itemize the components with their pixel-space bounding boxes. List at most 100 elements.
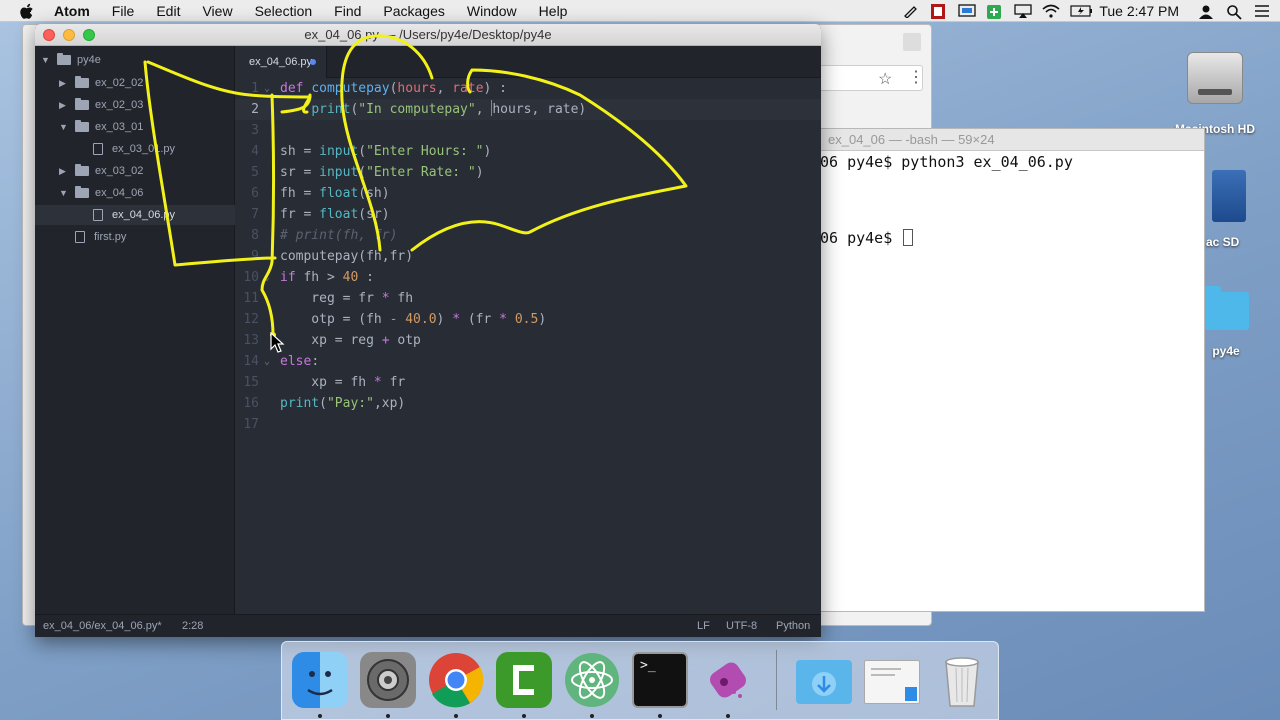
fold-chevron-icon[interactable]: ⌄ [264, 267, 270, 288]
hard-drive-icon [1187, 52, 1243, 104]
tree-item-folder[interactable]: ▶ ex_02_02 [35, 73, 235, 93]
code-line[interactable]: 9 computepay(fh,fr) [235, 246, 821, 267]
display-icon[interactable] [958, 4, 977, 18]
tab-label: ex_04_06.py [249, 56, 312, 68]
trash-icon[interactable] [934, 652, 990, 708]
code-line[interactable]: 15 xp = fh * fr [235, 372, 821, 393]
list-icon[interactable] [1254, 4, 1270, 18]
tab-ex-04-06[interactable]: ex_04_06.py [235, 46, 327, 78]
tree-item-file[interactable]: ex_03_01.py [35, 139, 235, 159]
chrome-icon[interactable] [428, 652, 484, 708]
menu-selection[interactable]: Selection [255, 3, 313, 19]
system-preferences-icon[interactable] [360, 652, 416, 708]
menu-app-name[interactable]: Atom [54, 3, 90, 19]
zoom-button[interactable] [83, 29, 95, 41]
menu-help[interactable]: Help [539, 3, 568, 19]
camtasia-icon[interactable] [496, 652, 552, 708]
user-icon[interactable] [1198, 4, 1214, 19]
desktop-icon-hard-drive[interactable]: Macintosh HD [1170, 52, 1260, 136]
line-number: 10 [243, 270, 259, 285]
tree-item-file-selected[interactable]: ex_04_06.py [35, 205, 235, 225]
window-title: ex_04_06.py — /Users/py4e/Desktop/py4e [304, 27, 552, 42]
code-text: xp = reg + otp [280, 333, 421, 348]
code-line[interactable]: 10 ⌄ if fh > 40 : [235, 267, 821, 288]
wifi-icon[interactable] [1042, 4, 1060, 18]
code-line[interactable]: 1 ⌄ def computepay(hours, rate) : [235, 78, 821, 99]
pen-icon[interactable] [902, 4, 918, 19]
code-text: fr = float(sr) [280, 207, 390, 222]
code-line[interactable]: 16 print("Pay:",xp) [235, 393, 821, 414]
status-menus: Tue 2:47 PM [893, 0, 1280, 22]
battery-icon[interactable] [1070, 4, 1093, 18]
spotlight-icon[interactable] [1226, 4, 1242, 20]
code-line[interactable]: 4 sh = input("Enter Hours: ") [235, 141, 821, 162]
tree-item-folder[interactable]: ▶ ex_02_03 [35, 95, 235, 115]
code-line[interactable]: 12 otp = (fh - 40.0) * (fr * 0.5) [235, 309, 821, 330]
terminal-icon[interactable]: >_ [632, 652, 688, 708]
menu-edit[interactable]: Edit [156, 3, 180, 19]
tree-item-folder[interactable]: ▼ ex_04_06 [35, 183, 235, 203]
code-editor[interactable]: 1 ⌄ def computepay(hours, rate) : 2 print(… [235, 78, 821, 614]
code-text: sr = input("Enter Rate: ") [280, 165, 484, 180]
tree-root[interactable]: ▼ py4e [35, 50, 235, 70]
minimize-button[interactable] [63, 29, 75, 41]
clock[interactable]: Tue 2:47 PM [1099, 3, 1179, 19]
tree-root-label: py4e [77, 54, 101, 66]
status-encoding[interactable]: UTF-8 [726, 615, 757, 637]
line-number: 11 [243, 291, 259, 306]
code-line[interactable]: 6 fh = float(sh) [235, 183, 821, 204]
menu-packages[interactable]: Packages [383, 3, 444, 19]
terminal-line-text: 06 py4e$ python3 ex_04_06.py [820, 153, 1073, 171]
code-line[interactable]: 3 [235, 120, 821, 141]
desktop-icon-folder[interactable]: py4e [1196, 286, 1256, 358]
line-number: 4 [251, 144, 259, 159]
status-grammar[interactable]: Python [776, 615, 810, 637]
address-bar[interactable] [813, 65, 923, 91]
tree-item-label: ex_02_03 [95, 99, 144, 111]
close-button[interactable] [43, 29, 55, 41]
record-icon[interactable] [930, 4, 946, 19]
screen-recorder-icon[interactable] [700, 652, 756, 708]
sd-card-icon [1212, 170, 1246, 222]
line-number: 15 [243, 375, 259, 390]
atom-icon[interactable] [564, 652, 620, 708]
terminal-window[interactable]: ex_04_06 — -bash — 59×24 06 py4e$ python… [805, 128, 1205, 612]
bookmark-star-icon[interactable]: ☆ [878, 69, 892, 89]
tree-item-label: ex_03_01.py [112, 143, 175, 155]
code-line[interactable]: 5 sr = input("Enter Rate: ") [235, 162, 821, 183]
code-line[interactable]: 8 # print(fh, fr) [235, 225, 821, 246]
more-menu-icon[interactable]: ⋮ [908, 67, 924, 87]
code-text: # print(fh, fr) [280, 228, 398, 243]
battery-cell-icon[interactable] [986, 4, 1002, 19]
code-line-active[interactable]: 2 print("In computepay", hours, rate) [235, 99, 821, 120]
fold-chevron-icon[interactable]: ⌄ [264, 78, 270, 99]
finder-icon[interactable] [292, 652, 348, 708]
menu-view[interactable]: View [202, 3, 232, 19]
airplay-icon[interactable] [1014, 4, 1033, 18]
terminal-line: 06 py4e$ python3 ex_04_06.py [820, 153, 1073, 171]
modified-indicator-icon[interactable] [310, 59, 316, 65]
menu-window[interactable]: Window [467, 3, 517, 19]
tree-item-folder[interactable]: ▼ ex_03_01 [35, 117, 235, 137]
code-line[interactable]: 14 ⌄ else: [235, 351, 821, 372]
window-title-bar[interactable]: ex_04_06.py — /Users/py4e/Desktop/py4e [35, 24, 821, 46]
code-line[interactable]: 13 xp = reg + otp [235, 330, 821, 351]
chevron-down-icon: ▼ [59, 188, 68, 198]
status-line-ending[interactable]: LF [697, 615, 710, 637]
fold-chevron-icon[interactable]: ⌄ [264, 351, 270, 372]
downloads-icon[interactable] [796, 660, 852, 704]
line-number: 16 [243, 396, 259, 411]
code-line[interactable]: 7 fr = float(sr) [235, 204, 821, 225]
folder-icon [75, 98, 89, 110]
profile-icon[interactable] [903, 33, 921, 51]
code-line[interactable]: 11 reg = fr * fh [235, 288, 821, 309]
desktop-stack-icon[interactable] [864, 660, 920, 704]
menu-file[interactable]: File [112, 3, 135, 19]
apple-icon[interactable] [20, 3, 38, 19]
status-cursor-position[interactable]: 2:28 [182, 615, 203, 637]
menu-find[interactable]: Find [334, 3, 361, 19]
code-line[interactable]: 17 [235, 414, 821, 435]
tree-item-file[interactable]: first.py [35, 227, 235, 247]
tree-item-folder[interactable]: ▶ ex_03_02 [35, 161, 235, 181]
status-file-path[interactable]: ex_04_06/ex_04_06.py* [43, 615, 162, 637]
